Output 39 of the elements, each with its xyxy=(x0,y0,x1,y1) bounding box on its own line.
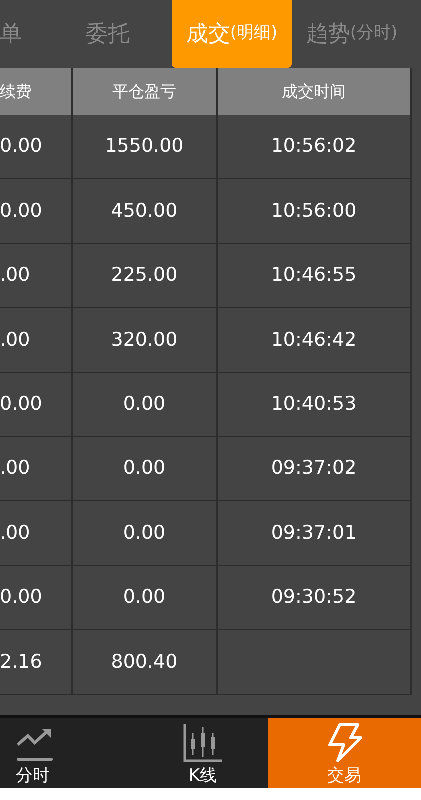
nav-tab[interactable]: 交易 xyxy=(268,718,421,788)
table-cell: 450.00 xyxy=(73,179,218,244)
column-header: 成交时间 xyxy=(218,68,412,115)
table-cell: 800.40 xyxy=(73,630,218,695)
table-cell: 0.00 xyxy=(0,179,73,244)
table-cell: .00 xyxy=(0,308,73,373)
table-cell: 10:40:53 xyxy=(218,372,412,437)
candlestick-chart-icon xyxy=(183,723,223,764)
tab[interactable]: 委托 xyxy=(44,0,172,68)
table-cell: 0.00 xyxy=(0,566,73,630)
column-header: 平仓盈亏 xyxy=(73,68,218,115)
nav-tab[interactable]: 分时 xyxy=(0,718,138,788)
table-cell: 0.00 xyxy=(73,436,218,502)
nav-tab[interactable]: K线 xyxy=(138,718,268,788)
table-cell: .00 xyxy=(0,501,73,566)
table-cell: .00 xyxy=(0,244,73,308)
tab[interactable]: 单 xyxy=(0,0,44,68)
table-cell: 0.00 xyxy=(73,501,218,566)
table-cell: 09:30:52 xyxy=(218,566,412,630)
column-header: 续费 xyxy=(0,68,73,115)
table-cell: 0.00 xyxy=(73,566,218,630)
table-cell: 10:46:55 xyxy=(218,244,412,308)
lightning-bolt-icon xyxy=(326,723,364,764)
tab[interactable]: 趋势(分时) xyxy=(292,0,412,68)
trend-chart-icon xyxy=(16,727,54,764)
table-cell: 320.00 xyxy=(73,308,218,373)
table-cell: .00 xyxy=(0,436,73,502)
table-cell: 2.16 xyxy=(0,630,73,695)
table-cell: 10:56:00 xyxy=(218,179,412,244)
table-cell: 10:46:42 xyxy=(218,308,412,373)
table-cell: 0.00 xyxy=(0,115,73,180)
table-cell: 225.00 xyxy=(73,244,218,308)
table-cell: 10:56:02 xyxy=(218,115,412,180)
tab[interactable]: 成交(明细) xyxy=(172,0,292,68)
table-cell: 0.00 xyxy=(73,372,218,437)
table-cell: 09:37:01 xyxy=(218,501,412,566)
table-cell: 09:37:02 xyxy=(218,436,412,502)
table-cell: 1550.00 xyxy=(73,115,218,180)
table-cell: 0.00 xyxy=(0,372,73,437)
